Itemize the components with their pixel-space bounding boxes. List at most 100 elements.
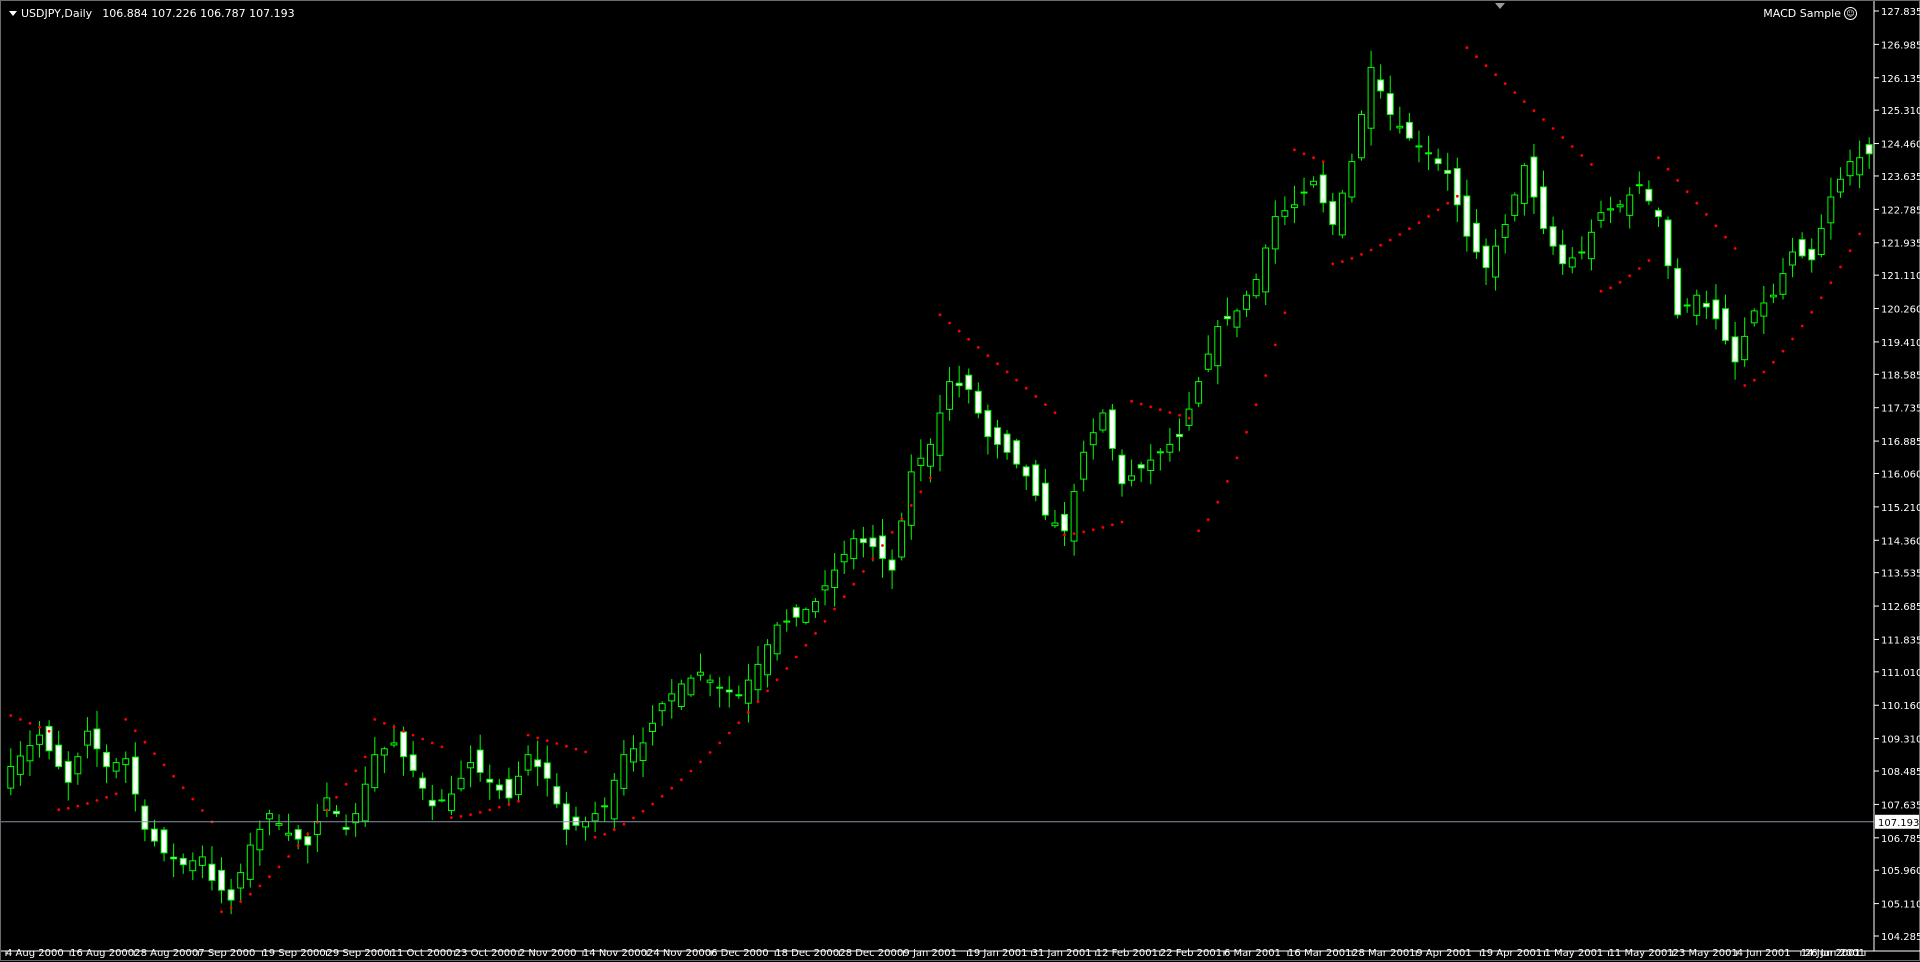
candle-body [1099,412,1107,431]
sar-dot [239,900,243,903]
candle-body [562,803,570,830]
candle-body [1329,201,1337,225]
price-tick-label: 111.010 [1881,668,1920,679]
candle-body [1041,482,1049,516]
candle-body [1338,192,1346,236]
ohlc-values: 106.884 107.226 106.787 107.193 [102,7,295,20]
sar-dot [584,750,587,754]
sar-dot [363,755,367,759]
sar-dot [354,769,358,773]
sar-dot [1254,403,1258,407]
sar-dot [1034,395,1038,398]
time-tick-label: 28 Aug 2000 [134,948,198,959]
sar-dot [469,813,472,816]
candle-body [1540,186,1547,229]
candle-body [1587,231,1595,260]
price-tick-label: 106.785 [1881,834,1920,845]
candle-body [457,777,465,790]
candle-body [1511,194,1519,216]
sar-dot [114,792,118,796]
candle-body [93,728,101,750]
sar-dot [153,752,156,755]
candle-body [1645,188,1653,202]
price-tick-label: 125.310 [1881,106,1920,117]
sar-dot [1810,310,1814,314]
time-tick-label: 18 Dec 2000 [775,948,839,959]
candle-body [1635,184,1643,187]
sar-dot [268,875,271,879]
expert-advisor-label[interactable]: MACD Sample ☺ [1763,7,1857,20]
current-price-label: 107.193 [1878,818,1919,829]
sar-dot [1101,526,1105,529]
candle-body [1453,168,1461,206]
price-tick-label: 118.585 [1881,370,1920,381]
sar-dot [28,721,32,725]
candle-body [1080,451,1088,480]
sar-dot [1455,194,1459,198]
candle-body [361,783,369,822]
candle-body [1444,169,1452,174]
sar-dot [1532,109,1536,112]
sar-dot [1293,148,1296,152]
price-tick-label: 127.835 [1881,7,1920,18]
sar-dot [1417,221,1421,225]
candle-body [620,754,628,789]
sar-dot [775,678,779,682]
sar-dot [277,865,281,869]
price-tick-label: 122.785 [1881,205,1920,216]
candle-body [936,412,944,456]
candle-body [955,382,963,387]
candle-body [1415,145,1423,148]
candle-body [1425,152,1432,155]
sar-dot [1685,190,1689,194]
candle-body [1817,227,1825,255]
sar-dot [1724,235,1727,239]
chart-window[interactable]: 127.835 126.985 126.135 125.310 124.460 123.6… [0,0,1920,961]
candle-body [419,777,427,789]
sar-dot [1513,91,1517,94]
dropdown-icon[interactable] [9,11,17,16]
sar-dot [794,655,798,659]
candle-body [476,749,484,773]
sar-dot [929,476,932,480]
candle-body [649,722,656,732]
candle-body [1396,125,1404,129]
candle-body [198,856,206,866]
sar-dot [948,321,951,325]
price-chart[interactable]: 127.835 126.985 126.135 125.310 124.460 123.6… [1,1,1920,962]
candle-body [792,607,800,618]
sar-dot [1839,265,1842,269]
sar-dot [1743,384,1747,387]
candle-body [333,810,340,815]
candle-body [1195,381,1203,404]
chart-shift-marker-icon[interactable] [1495,3,1505,9]
sar-dot [1475,55,1478,59]
sar-dot [593,835,597,839]
sar-dot [1446,201,1450,205]
sar-dot [383,721,386,725]
sar-dot [1484,64,1488,68]
sar-dot [1053,411,1057,415]
price-tick-label: 116.885 [1881,437,1920,448]
sar-dot [1647,259,1651,262]
sar-dot [1331,262,1335,266]
sar-dot [450,816,453,819]
sar-dot [651,802,654,806]
sar-dot [296,844,300,847]
sar-dot [229,906,233,910]
candle-body [1137,464,1145,469]
price-tick-label: 116.060 [1881,470,1920,481]
candle-body [697,671,704,676]
candle-body [342,826,350,830]
candle-body [764,644,771,676]
candle-body [26,745,34,762]
candle-body [1482,245,1490,269]
candle-body [773,624,781,655]
price-tick-label: 119.410 [1881,338,1920,349]
sar-dot [612,828,616,832]
sar-dot [19,718,22,721]
sar-dot [1427,215,1430,218]
sar-dot [1858,232,1861,236]
candle-body [285,832,293,836]
sar-dot [545,739,549,743]
